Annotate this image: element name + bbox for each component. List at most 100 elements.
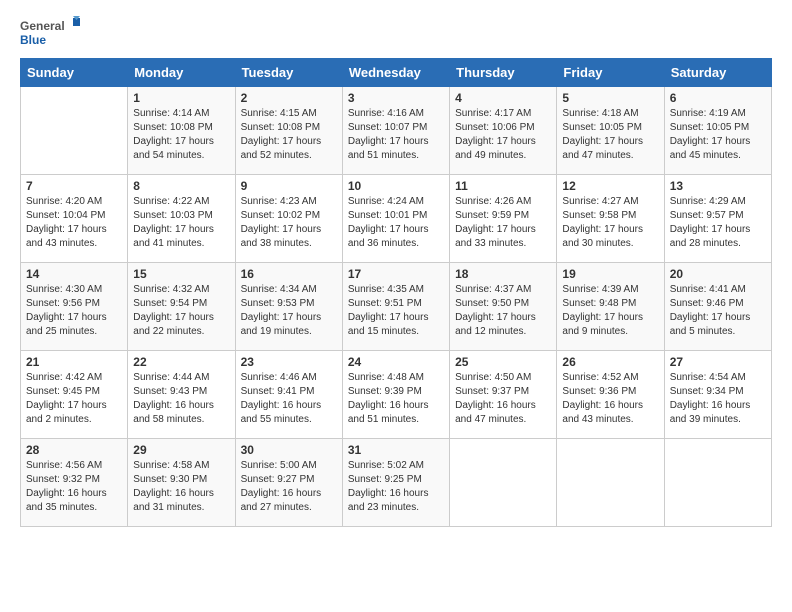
calendar-cell: [21, 87, 128, 175]
cell-info: Sunrise: 4:14 AM Sunset: 10:08 PM Daylig…: [133, 107, 229, 163]
day-header-friday: Friday: [557, 59, 664, 87]
week-row-1: 1 Sunrise: 4:14 AM Sunset: 10:08 PM Dayli…: [21, 87, 772, 175]
cell-info: Sunrise: 4:50 AM Sunset: 9:37 PM Dayligh…: [455, 371, 551, 427]
day-number: 26: [562, 355, 658, 369]
cell-info: Sunrise: 4:37 AM Sunset: 9:50 PM Dayligh…: [455, 283, 551, 339]
day-number: 25: [455, 355, 551, 369]
calendar-cell: 2 Sunrise: 4:15 AM Sunset: 10:08 PM Dayli…: [235, 87, 342, 175]
day-number: 9: [241, 179, 337, 193]
day-number: 11: [455, 179, 551, 193]
cell-info: Sunrise: 4:16 AM Sunset: 10:07 PM Daylig…: [348, 107, 444, 163]
cell-info: Sunrise: 5:02 AM Sunset: 9:25 PM Dayligh…: [348, 459, 444, 515]
logo: General Blue: [20, 16, 80, 50]
calendar-cell: 31Sunrise: 5:02 AM Sunset: 9:25 PM Dayli…: [342, 439, 449, 527]
calendar-cell: 15 Sunrise: 4:32 AM Sunset: 9:54 PM Dayli…: [128, 263, 235, 351]
cell-info: Sunrise: 4:32 AM Sunset: 9:54 PM Dayligh…: [133, 283, 229, 339]
day-number: 5: [562, 91, 658, 105]
calendar-cell: 25 Sunrise: 4:50 AM Sunset: 9:37 PM Dayli…: [450, 351, 557, 439]
day-number: 1: [133, 91, 229, 105]
cell-info: Sunrise: 4:18 AM Sunset: 10:05 PM Daylig…: [562, 107, 658, 163]
svg-text:General: General: [20, 19, 65, 33]
calendar-cell: 18 Sunrise: 4:37 AM Sunset: 9:50 PM Dayli…: [450, 263, 557, 351]
week-row-2: 7 Sunrise: 4:20 AM Sunset: 10:04 PM Dayli…: [21, 175, 772, 263]
day-header-monday: Monday: [128, 59, 235, 87]
day-header-tuesday: Tuesday: [235, 59, 342, 87]
cell-info: Sunrise: 4:29 AM Sunset: 9:57 PM Dayligh…: [670, 195, 766, 251]
day-number: 30: [241, 443, 337, 457]
calendar-cell: 4 Sunrise: 4:17 AM Sunset: 10:06 PM Dayli…: [450, 87, 557, 175]
calendar-cell: [664, 439, 771, 527]
week-row-4: 21 Sunrise: 4:42 AM Sunset: 9:45 PM Dayli…: [21, 351, 772, 439]
cell-info: Sunrise: 4:41 AM Sunset: 9:46 PM Dayligh…: [670, 283, 766, 339]
calendar-cell: 3 Sunrise: 4:16 AM Sunset: 10:07 PM Dayli…: [342, 87, 449, 175]
calendar-table: SundayMondayTuesdayWednesdayThursdayFrid…: [20, 58, 772, 527]
calendar-cell: 28 Sunrise: 4:56 AM Sunset: 9:32 PM Dayli…: [21, 439, 128, 527]
day-number: 2: [241, 91, 337, 105]
calendar-cell: 27 Sunrise: 4:54 AM Sunset: 9:34 PM Dayli…: [664, 351, 771, 439]
cell-info: Sunrise: 4:44 AM Sunset: 9:43 PM Dayligh…: [133, 371, 229, 427]
calendar-cell: 16 Sunrise: 4:34 AM Sunset: 9:53 PM Dayli…: [235, 263, 342, 351]
day-number: 3: [348, 91, 444, 105]
cell-info: Sunrise: 4:39 AM Sunset: 9:48 PM Dayligh…: [562, 283, 658, 339]
calendar-cell: 14Sunrise: 4:30 AM Sunset: 9:56 PM Dayli…: [21, 263, 128, 351]
day-number: 7: [26, 179, 122, 193]
calendar-cell: 1 Sunrise: 4:14 AM Sunset: 10:08 PM Dayli…: [128, 87, 235, 175]
day-header-wednesday: Wednesday: [342, 59, 449, 87]
page-header: General Blue: [20, 16, 772, 50]
day-number: 21: [26, 355, 122, 369]
cell-info: Sunrise: 4:20 AM Sunset: 10:04 PM Daylig…: [26, 195, 122, 251]
calendar-cell: [450, 439, 557, 527]
calendar-cell: 12 Sunrise: 4:27 AM Sunset: 9:58 PM Dayli…: [557, 175, 664, 263]
cell-info: Sunrise: 4:15 AM Sunset: 10:08 PM Daylig…: [241, 107, 337, 163]
day-number: 29: [133, 443, 229, 457]
day-number: 8: [133, 179, 229, 193]
day-number: 15: [133, 267, 229, 281]
calendar-cell: 23Sunrise: 4:46 AM Sunset: 9:41 PM Dayli…: [235, 351, 342, 439]
cell-info: Sunrise: 4:42 AM Sunset: 9:45 PM Dayligh…: [26, 371, 122, 427]
cell-info: Sunrise: 4:56 AM Sunset: 9:32 PM Dayligh…: [26, 459, 122, 515]
calendar-cell: 20 Sunrise: 4:41 AM Sunset: 9:46 PM Dayli…: [664, 263, 771, 351]
cell-info: Sunrise: 4:17 AM Sunset: 10:06 PM Daylig…: [455, 107, 551, 163]
day-number: 28: [26, 443, 122, 457]
cell-info: Sunrise: 4:35 AM Sunset: 9:51 PM Dayligh…: [348, 283, 444, 339]
calendar-cell: 6 Sunrise: 4:19 AM Sunset: 10:05 PM Dayli…: [664, 87, 771, 175]
cell-info: Sunrise: 4:34 AM Sunset: 9:53 PM Dayligh…: [241, 283, 337, 339]
calendar-cell: [557, 439, 664, 527]
calendar-cell: 13Sunrise: 4:29 AM Sunset: 9:57 PM Dayli…: [664, 175, 771, 263]
calendar-cell: 11 Sunrise: 4:26 AM Sunset: 9:59 PM Dayli…: [450, 175, 557, 263]
calendar-cell: 5 Sunrise: 4:18 AM Sunset: 10:05 PM Dayli…: [557, 87, 664, 175]
cell-info: Sunrise: 4:58 AM Sunset: 9:30 PM Dayligh…: [133, 459, 229, 515]
calendar-cell: 19Sunrise: 4:39 AM Sunset: 9:48 PM Dayli…: [557, 263, 664, 351]
cell-info: Sunrise: 4:48 AM Sunset: 9:39 PM Dayligh…: [348, 371, 444, 427]
cell-info: Sunrise: 4:52 AM Sunset: 9:36 PM Dayligh…: [562, 371, 658, 427]
calendar-cell: 10Sunrise: 4:24 AM Sunset: 10:01 PM Dayl…: [342, 175, 449, 263]
calendar-cell: 7 Sunrise: 4:20 AM Sunset: 10:04 PM Dayli…: [21, 175, 128, 263]
day-number: 18: [455, 267, 551, 281]
day-number: 6: [670, 91, 766, 105]
day-number: 16: [241, 267, 337, 281]
header-row: SundayMondayTuesdayWednesdayThursdayFrid…: [21, 59, 772, 87]
calendar-cell: 21 Sunrise: 4:42 AM Sunset: 9:45 PM Dayli…: [21, 351, 128, 439]
cell-info: Sunrise: 4:19 AM Sunset: 10:05 PM Daylig…: [670, 107, 766, 163]
calendar-cell: 29 Sunrise: 4:58 AM Sunset: 9:30 PM Dayli…: [128, 439, 235, 527]
cell-info: Sunrise: 4:27 AM Sunset: 9:58 PM Dayligh…: [562, 195, 658, 251]
day-number: 22: [133, 355, 229, 369]
day-number: 24: [348, 355, 444, 369]
day-number: 20: [670, 267, 766, 281]
day-number: 4: [455, 91, 551, 105]
day-number: 23: [241, 355, 337, 369]
logo-svg: General Blue: [20, 16, 80, 50]
day-header-thursday: Thursday: [450, 59, 557, 87]
cell-info: Sunrise: 4:26 AM Sunset: 9:59 PM Dayligh…: [455, 195, 551, 251]
calendar-cell: 17 Sunrise: 4:35 AM Sunset: 9:51 PM Dayli…: [342, 263, 449, 351]
day-number: 17: [348, 267, 444, 281]
day-number: 12: [562, 179, 658, 193]
calendar-cell: 30 Sunrise: 5:00 AM Sunset: 9:27 PM Dayli…: [235, 439, 342, 527]
cell-info: Sunrise: 5:00 AM Sunset: 9:27 PM Dayligh…: [241, 459, 337, 515]
calendar-cell: 26 Sunrise: 4:52 AM Sunset: 9:36 PM Dayli…: [557, 351, 664, 439]
week-row-3: 14Sunrise: 4:30 AM Sunset: 9:56 PM Dayli…: [21, 263, 772, 351]
calendar-cell: 8Sunrise: 4:22 AM Sunset: 10:03 PM Dayli…: [128, 175, 235, 263]
day-number: 27: [670, 355, 766, 369]
cell-info: Sunrise: 4:54 AM Sunset: 9:34 PM Dayligh…: [670, 371, 766, 427]
calendar-cell: 9Sunrise: 4:23 AM Sunset: 10:02 PM Dayli…: [235, 175, 342, 263]
